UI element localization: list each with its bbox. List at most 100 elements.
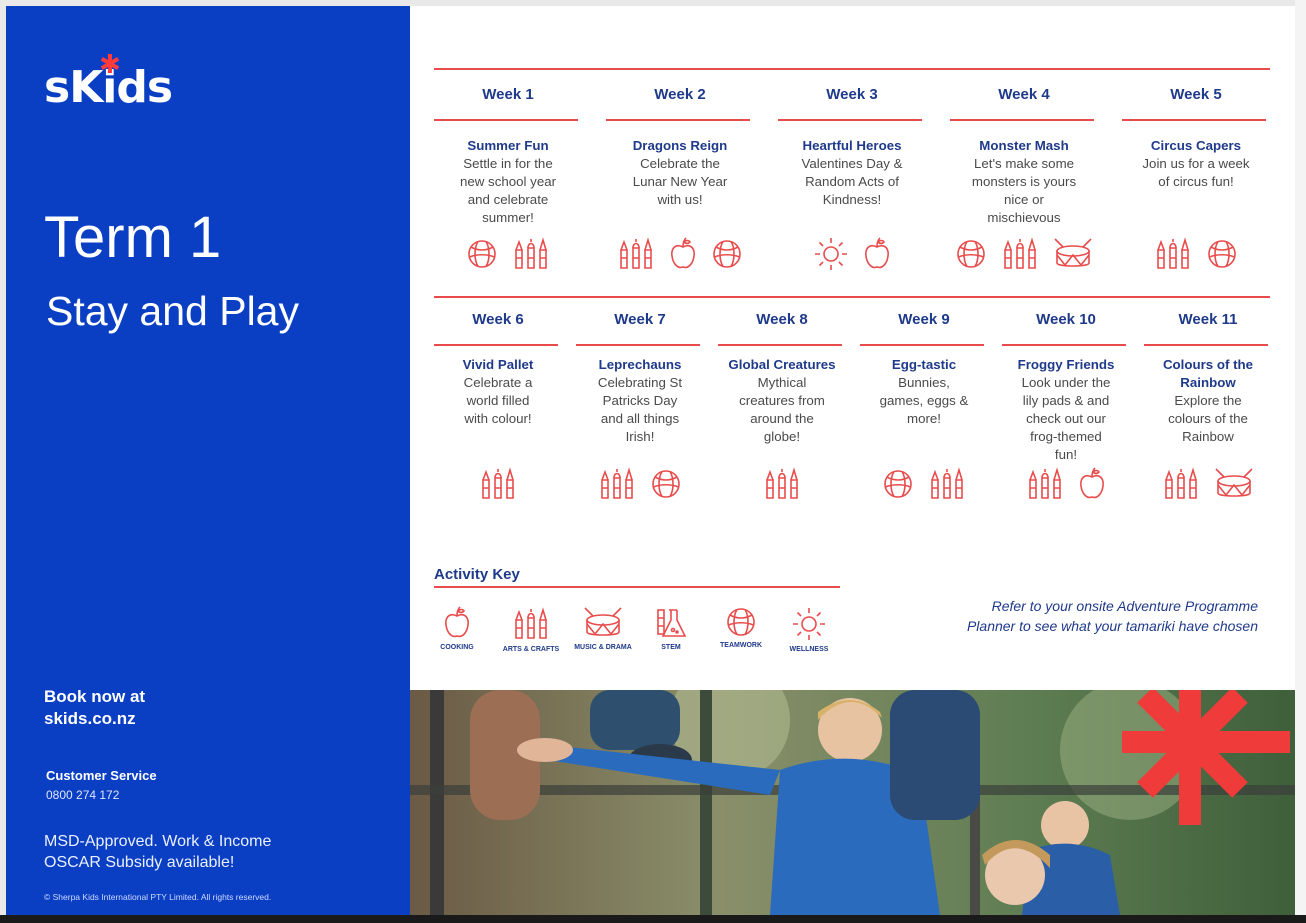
- skids-logo: ✱ sKids: [44, 52, 173, 110]
- week-description-line: colours of the: [1168, 411, 1248, 426]
- week-7-underline: [576, 344, 700, 346]
- week-description-line: Explore the: [1174, 393, 1242, 408]
- activity-key-item-teamwork: TEAMWORK: [708, 606, 774, 650]
- week-11-activity-icons: [1144, 466, 1272, 502]
- week-description-line: Valentines Day &: [801, 156, 903, 171]
- week-10-underline: [1002, 344, 1126, 346]
- week-description-line: summer!: [482, 210, 534, 225]
- week-6-content: Vivid Pallet Celebrate a world filled with …: [434, 356, 562, 428]
- week-10-content: Froggy Friends Look under the lily pads & …: [1002, 356, 1130, 464]
- week-title: Week 4: [998, 86, 1050, 103]
- week-description-line: mischievous: [987, 210, 1061, 225]
- week-1-content: Summer Fun Settle in for the new school ye…: [434, 137, 582, 227]
- logo-star-icon: ✱: [99, 50, 121, 80]
- teamwork-icon: [882, 468, 914, 500]
- refer-line2: Planner to see what your tamariki have c…: [966, 618, 1258, 634]
- music-icon: [1053, 237, 1093, 271]
- activity-key-label: WELLNESS: [789, 646, 829, 653]
- activity-key-item-arts: ARTS & CRAFTS: [498, 606, 564, 654]
- week-5-content: Circus Capers Join us for a week of circus…: [1122, 137, 1270, 191]
- page-frame-bottom: [0, 915, 1306, 923]
- activity-key-label: TEAMWORK: [720, 642, 762, 649]
- week-description-line: Bunnies,: [898, 375, 950, 390]
- week-description-line: with colour!: [464, 411, 532, 426]
- page-frame-right: [1295, 0, 1306, 915]
- week-2-underline: [606, 119, 750, 121]
- activity-key-label: MUSIC & DRAMA: [574, 644, 632, 651]
- photo-illustration: [410, 690, 1295, 915]
- week-description-line: Rainbow: [1182, 429, 1234, 444]
- week-8-activity-icons: [718, 466, 846, 502]
- week-description-line: check out our: [1026, 411, 1106, 426]
- week-theme: Global Creatures: [728, 357, 836, 372]
- week-2-activity-icons: [606, 236, 754, 272]
- week-theme: Froggy Friends: [1017, 357, 1115, 372]
- refer-line1: Refer to your onsite Adventure Programme: [991, 598, 1258, 614]
- week-10-activity-icons: [1002, 466, 1130, 502]
- arts-icon: [763, 466, 801, 502]
- msd-line2: OSCAR Subsidy available!: [44, 854, 235, 871]
- cooking-icon: [1078, 467, 1106, 501]
- week-title: Week 7: [614, 311, 666, 328]
- week-1-underline: [434, 119, 578, 121]
- week-description-line: with us!: [657, 192, 703, 207]
- activity-key-label: COOKING: [440, 644, 474, 651]
- week-description-line: more!: [907, 411, 941, 426]
- week-theme: Heartful Heroes: [802, 138, 902, 153]
- sidebar: ✱ sKids Term 1 Stay and Play Book now at…: [6, 6, 410, 915]
- activity-key-item-music: MUSIC & DRAMA: [570, 606, 636, 652]
- teamwork-icon: [1206, 238, 1238, 270]
- week-theme: Colours of the Rainbow: [1162, 357, 1254, 390]
- week-3-activity-icons: [778, 236, 926, 272]
- week-7-content: Leprechauns Celebrating St Patricks Day and…: [576, 356, 704, 446]
- week-title: Week 2: [654, 86, 706, 103]
- week-description-line: Irish!: [625, 429, 655, 444]
- book-now-line1: Book now at: [44, 687, 146, 706]
- week-description-line: and all things: [600, 411, 680, 426]
- cooking-icon: [669, 237, 697, 271]
- activity-key-underline: [434, 586, 840, 588]
- customer-service-phone[interactable]: 0800 274 172: [46, 788, 119, 802]
- arts-icon: [928, 466, 966, 502]
- wellness-icon: [776, 606, 842, 642]
- week-description-line: Patricks Day: [602, 393, 678, 408]
- activity-key-item-wellness: WELLNESS: [776, 606, 842, 654]
- week-3-content: Heartful Heroes Valentines Day & Random Ac…: [778, 137, 926, 209]
- music-icon: [570, 606, 636, 640]
- activity-key-label: ARTS & CRAFTS: [502, 646, 560, 653]
- week-description-line: Kindness!: [822, 192, 882, 207]
- week-theme: Dragons Reign: [632, 138, 728, 153]
- row2-top-line: [434, 296, 1270, 298]
- kids-playground-photo: [410, 690, 1295, 915]
- term-subtitle: Stay and Play: [46, 288, 299, 334]
- book-now-link[interactable]: skids.co.nz: [44, 708, 344, 730]
- arts-icon: [498, 606, 564, 642]
- week-6-label: Week 6: [434, 311, 562, 329]
- week-10-label: Week 10: [1002, 311, 1130, 329]
- week-9-activity-icons: [860, 466, 988, 502]
- week-1-label: Week 1: [434, 86, 582, 104]
- week-11-content: Colours of the Rainbow Explore the colours…: [1144, 356, 1272, 446]
- week-2-content: Dragons Reign Celebrate the Lunar New Year…: [606, 137, 754, 209]
- book-now: Book now at skids.co.nz: [44, 686, 344, 730]
- week-description-line: new school year: [459, 174, 557, 189]
- week-3-underline: [778, 119, 922, 121]
- music-icon: [1214, 467, 1254, 501]
- week-title: Week 5: [1170, 86, 1222, 103]
- customer-service-title: Customer Service: [46, 768, 157, 783]
- week-theme: Egg-tastic: [891, 357, 957, 372]
- week-4-activity-icons: [950, 236, 1098, 272]
- week-title: Week 3: [826, 86, 878, 103]
- week-description-line: Lunar New Year: [632, 174, 728, 189]
- week-description-line: Join us for a week: [1142, 156, 1250, 171]
- week-6-activity-icons: [434, 466, 562, 502]
- week-description-line: of circus fun!: [1158, 174, 1234, 189]
- arts-icon: [1001, 236, 1039, 272]
- week-title: Week 6: [472, 311, 524, 328]
- activity-key-title: Activity Key: [434, 566, 520, 583]
- activity-key-label: STEM: [661, 644, 681, 651]
- week-description-line: Settle in for the: [463, 156, 553, 171]
- week-8-underline: [718, 344, 842, 346]
- week-5-underline: [1122, 119, 1266, 121]
- week-11-label: Week 11: [1144, 311, 1272, 329]
